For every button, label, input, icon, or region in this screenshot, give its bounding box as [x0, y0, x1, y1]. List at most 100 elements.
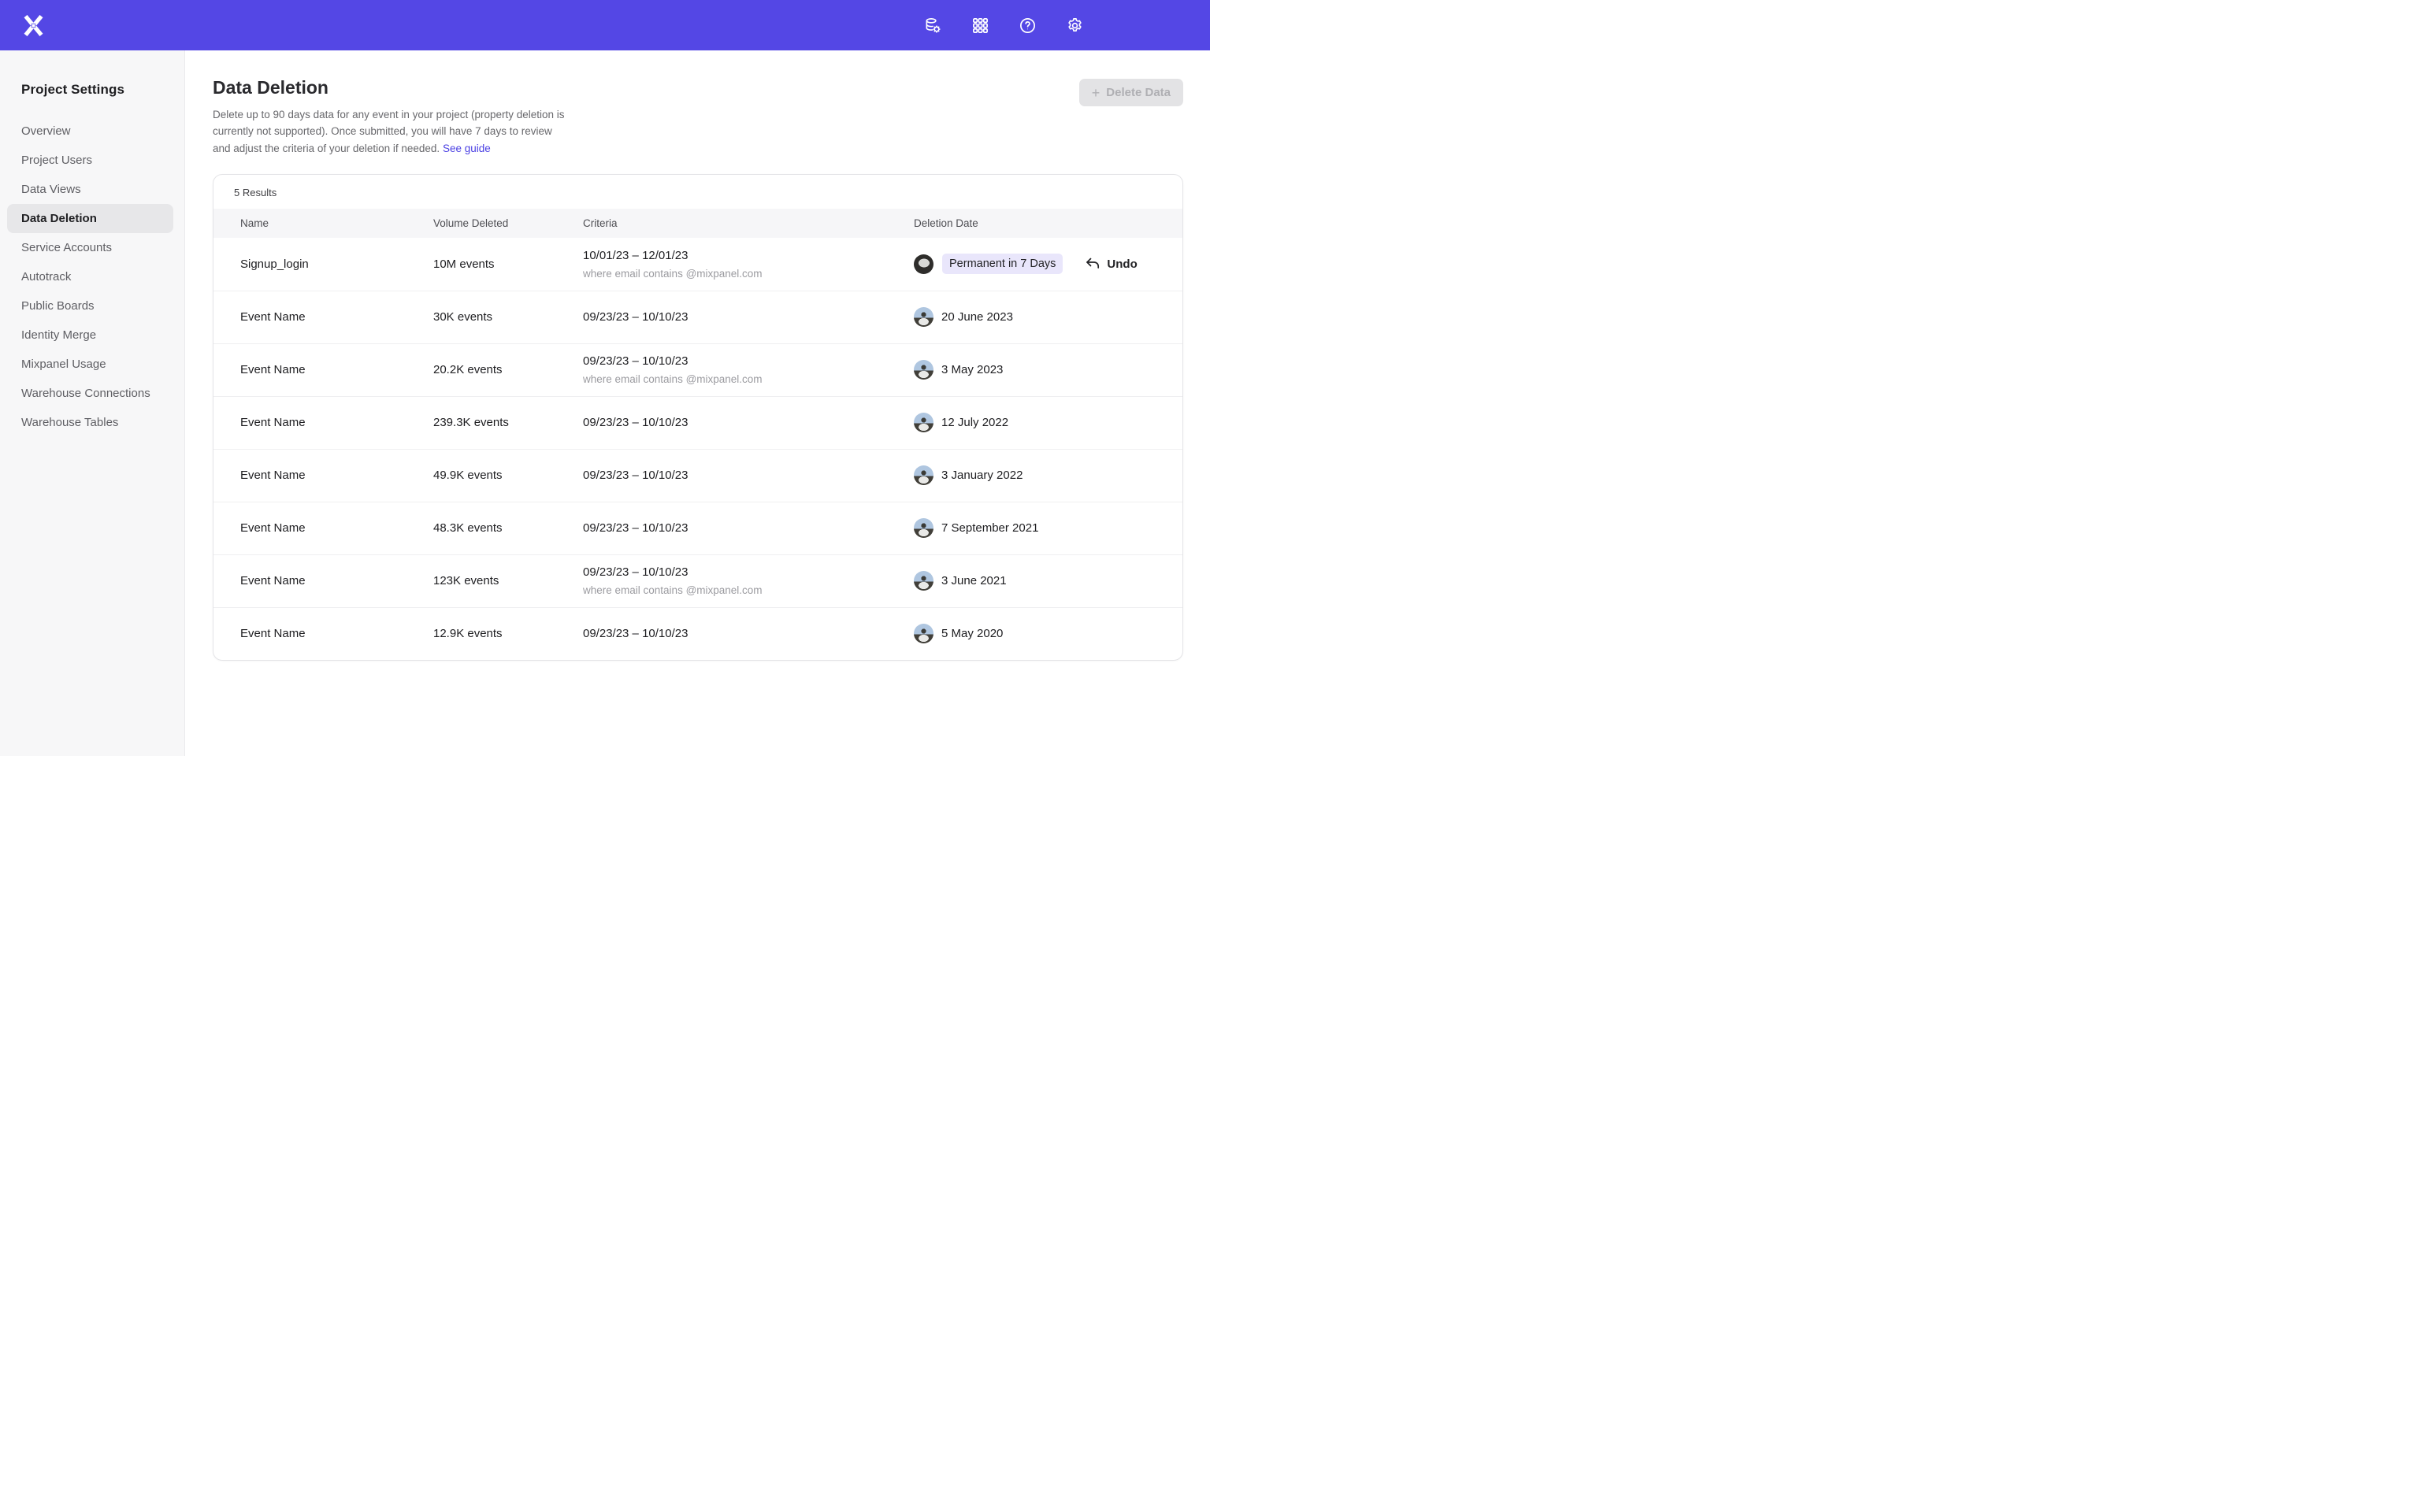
cell-criteria: 10/01/23 – 12/01/23 where email contains … [583, 240, 914, 288]
undo-icon [1086, 258, 1100, 270]
apps-grid-icon[interactable] [971, 16, 989, 35]
cell-event-name: Event Name [240, 363, 433, 376]
cell-deletion-date: 7 September 2021 [914, 518, 1182, 538]
column-header-criteria: Criteria [583, 217, 914, 229]
delete-data-button[interactable]: + Delete Data [1079, 79, 1183, 106]
cell-criteria: 09/23/23 – 10/10/23 where email contains … [583, 557, 914, 605]
help-icon[interactable] [1018, 16, 1037, 35]
criteria-date-range: 09/23/23 – 10/10/23 [583, 521, 914, 535]
sidebar-item-public-boards[interactable]: Public Boards [7, 291, 173, 321]
cell-event-name: Event Name [240, 574, 433, 587]
table-row: Event Name12.9K events09/23/23 – 10/10/2… [213, 607, 1182, 660]
page-description-text: Delete up to 90 days data for any event … [213, 109, 565, 154]
deletion-date-text: 12 July 2022 [941, 416, 1008, 429]
cell-criteria: 09/23/23 – 10/10/23 [583, 513, 914, 543]
deletion-date-text: 5 May 2020 [941, 627, 1003, 640]
sidebar-item-warehouse-connections[interactable]: Warehouse Connections [7, 379, 173, 408]
sidebar-item-autotrack[interactable]: Autotrack [7, 262, 173, 291]
delete-data-label: Delete Data [1106, 86, 1171, 99]
deletions-table-card: 5 Results Name Volume Deleted Criteria D… [213, 174, 1183, 661]
criteria-date-range: 10/01/23 – 12/01/23 [583, 249, 914, 262]
sidebar-item-data-views[interactable]: Data Views [7, 175, 173, 204]
undo-label: Undo [1107, 258, 1137, 271]
table-row: Event Name48.3K events09/23/23 – 10/10/2… [213, 502, 1182, 554]
criteria-date-range: 09/23/23 – 10/10/23 [583, 354, 914, 368]
topbar [0, 0, 1210, 50]
table-body: Signup_login10M events10/01/23 – 12/01/2… [213, 238, 1182, 660]
user-avatar [914, 413, 933, 432]
sidebar-item-service-accounts[interactable]: Service Accounts [7, 233, 173, 262]
data-management-icon[interactable] [923, 16, 942, 35]
cell-deletion-date: 5 May 2020 [914, 624, 1182, 643]
project-settings-sidebar: Project Settings OverviewProject UsersDa… [0, 50, 185, 756]
cell-deletion-date: 3 June 2021 [914, 571, 1182, 591]
cell-volume-deleted: 239.3K events [433, 416, 583, 429]
column-header-volume-deleted: Volume Deleted [433, 217, 583, 229]
sidebar-item-data-deletion[interactable]: Data Deletion [7, 204, 173, 233]
cell-criteria: 09/23/23 – 10/10/23 [583, 407, 914, 438]
sidebar-item-project-users[interactable]: Project Users [7, 146, 173, 175]
table-row: Event Name123K events09/23/23 – 10/10/23… [213, 554, 1182, 607]
settings-icon[interactable] [1065, 16, 1084, 35]
sidebar-item-overview[interactable]: Overview [7, 117, 173, 146]
cell-volume-deleted: 123K events [433, 574, 583, 587]
cell-event-name: Event Name [240, 627, 433, 640]
sidebar-nav: OverviewProject UsersData ViewsData Dele… [0, 117, 184, 437]
criteria-where-clause: where email contains @mixpanel.com [583, 268, 914, 280]
cell-deletion-date: 3 January 2022 [914, 465, 1182, 485]
sidebar-item-warehouse-tables[interactable]: Warehouse Tables [7, 408, 173, 437]
cell-deletion-date: 20 June 2023 [914, 307, 1182, 327]
table-row: Event Name49.9K events09/23/23 – 10/10/2… [213, 449, 1182, 502]
cell-volume-deleted: 10M events [433, 258, 583, 271]
cell-event-name: Signup_login [240, 258, 433, 271]
cell-event-name: Event Name [240, 310, 433, 324]
cell-criteria: 09/23/23 – 10/10/23 where email contains … [583, 346, 914, 394]
criteria-date-range: 09/23/23 – 10/10/23 [583, 469, 914, 482]
deletion-date-text: 7 September 2021 [941, 521, 1038, 535]
main-content: Data Deletion Delete up to 90 days data … [185, 50, 1210, 756]
table-header-row: Name Volume Deleted Criteria Deletion Da… [213, 209, 1182, 238]
page-description: Delete up to 90 days data for any event … [213, 106, 569, 157]
topbar-icons [923, 16, 1084, 35]
column-header-deletion-date: Deletion Date [914, 217, 1182, 229]
table-row: Event Name30K events09/23/23 – 10/10/232… [213, 291, 1182, 343]
sidebar-item-mixpanel-usage[interactable]: Mixpanel Usage [7, 350, 173, 379]
user-avatar [914, 360, 933, 380]
plus-icon: + [1092, 86, 1101, 100]
table-row: Event Name239.3K events09/23/23 – 10/10/… [213, 396, 1182, 449]
sidebar-title: Project Settings [0, 82, 184, 98]
deletion-date-text: 3 May 2023 [941, 363, 1003, 376]
mixpanel-logo[interactable] [23, 15, 44, 36]
user-avatar [914, 624, 933, 643]
cell-volume-deleted: 12.9K events [433, 627, 583, 640]
cell-volume-deleted: 49.9K events [433, 469, 583, 482]
see-guide-link[interactable]: See guide [443, 143, 491, 154]
criteria-date-range: 09/23/23 – 10/10/23 [583, 627, 914, 640]
criteria-date-range: 09/23/23 – 10/10/23 [583, 565, 914, 579]
cell-deletion-date: Permanent in 7 Days Undo [914, 254, 1182, 274]
criteria-where-clause: where email contains @mixpanel.com [583, 584, 914, 596]
cell-event-name: Event Name [240, 416, 433, 429]
user-avatar [914, 518, 933, 538]
user-avatar [914, 465, 933, 485]
permanent-in-7-days-badge: Permanent in 7 Days [942, 254, 1063, 274]
page-title: Data Deletion [213, 77, 569, 98]
undo-button[interactable]: Undo [1086, 258, 1137, 271]
sidebar-item-identity-merge[interactable]: Identity Merge [7, 321, 173, 350]
cell-event-name: Event Name [240, 521, 433, 535]
cell-criteria: 09/23/23 – 10/10/23 [583, 460, 914, 491]
criteria-date-range: 09/23/23 – 10/10/23 [583, 416, 914, 429]
deletion-date-text: 3 January 2022 [941, 469, 1023, 482]
cell-deletion-date: 3 May 2023 [914, 360, 1182, 380]
results-count: 5 Results [213, 175, 1182, 209]
cell-volume-deleted: 30K events [433, 310, 583, 324]
cell-volume-deleted: 48.3K events [433, 521, 583, 535]
cell-event-name: Event Name [240, 469, 433, 482]
table-row: Event Name20.2K events09/23/23 – 10/10/2… [213, 343, 1182, 396]
user-avatar [914, 571, 933, 591]
cell-criteria: 09/23/23 – 10/10/23 [583, 302, 914, 332]
column-header-name: Name [240, 217, 433, 229]
cell-volume-deleted: 20.2K events [433, 363, 583, 376]
criteria-where-clause: where email contains @mixpanel.com [583, 373, 914, 385]
criteria-date-range: 09/23/23 – 10/10/23 [583, 310, 914, 324]
